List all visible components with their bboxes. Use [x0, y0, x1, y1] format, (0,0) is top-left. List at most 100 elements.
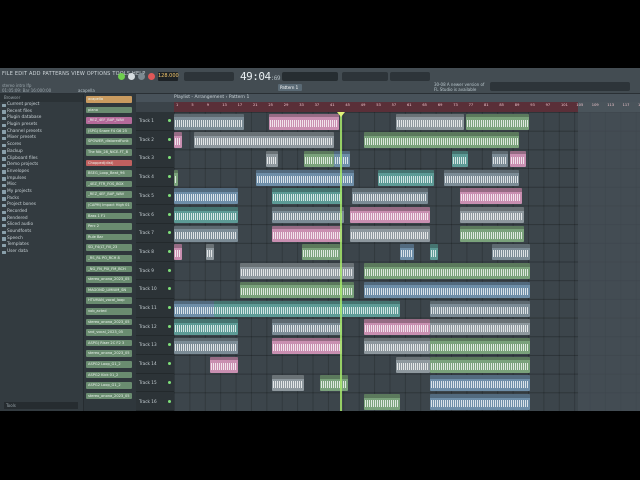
track-header[interactable]: Track 15 — [136, 374, 174, 393]
pattern-clip[interactable] — [364, 263, 530, 280]
pattern-clip[interactable] — [430, 356, 530, 373]
pattern-clip[interactable] — [430, 394, 530, 410]
channel-button[interactable]: HTUMAN_vocal_loop — [86, 297, 132, 304]
browser-item[interactable]: Scores — [0, 142, 83, 149]
pattern-clip[interactable] — [240, 281, 354, 298]
track-mute-led[interactable] — [168, 343, 171, 347]
pattern-clip[interactable] — [174, 225, 238, 242]
pattern-clip[interactable] — [272, 188, 342, 205]
channel-button[interactable]: ASPG2 Kick 01_2 — [86, 371, 132, 379]
track-header[interactable]: Track 13 — [136, 336, 174, 356]
track-mute-led[interactable] — [168, 380, 171, 384]
pattern-clip[interactable] — [460, 188, 522, 205]
channel-button[interactable]: _REZ_4EF_BAP_WAV — [86, 117, 132, 124]
channel-button[interactable]: SPOWER_distoredFunk — [86, 138, 132, 145]
track-mute-led[interactable] — [168, 399, 171, 403]
browser-item[interactable]: Recorded — [0, 209, 83, 216]
pattern-clip[interactable] — [460, 207, 524, 223]
pattern-clip[interactable] — [174, 188, 238, 205]
pattern-clip[interactable] — [460, 225, 524, 242]
channel-button[interactable]: ASPG2 Loop_G1_2 — [86, 361, 132, 368]
channel-button[interactable]: _4EZ_FTR_FOS_BOX — [86, 180, 132, 188]
playhead-marker[interactable] — [337, 112, 345, 117]
channel-button[interactable]: ASPG) Riser 2C F2 3 — [86, 339, 132, 347]
channel-button[interactable]: _RS_RL PO_RCH 8 — [86, 255, 132, 262]
pattern-clip[interactable] — [430, 319, 530, 336]
channel-button[interactable]: _REZ_4EF_BAP_WAV — [86, 191, 132, 198]
channel-button[interactable]: (CAPM) Impact High 01 — [86, 202, 132, 209]
timeline-ruler[interactable]: 1 5 9 13 17 21 25 29 33 37 41 45 49 53 57 61 65 69 73 77 81 8… — [174, 102, 640, 112]
pattern-clip[interactable] — [304, 150, 334, 167]
pattern-clip[interactable] — [174, 319, 238, 336]
browser-item[interactable]: Envelopes — [0, 169, 83, 176]
track-mute-led[interactable] — [168, 119, 171, 122]
pattern-clip[interactable] — [378, 169, 434, 186]
pattern-clip[interactable] — [452, 150, 468, 167]
track-mute-led[interactable] — [168, 231, 171, 235]
pattern-clip[interactable] — [266, 150, 278, 167]
channel-button[interactable]: vob_acted — [86, 308, 132, 315]
pattern-clip[interactable] — [396, 356, 430, 373]
channel-button[interactable]: _NG_FN_PIX_FM_BCH — [86, 265, 132, 273]
track-header[interactable]: Track 12 — [136, 318, 174, 337]
track-header[interactable]: Track 1 — [136, 112, 174, 131]
channel-button[interactable]: ASPG2 Loop_G1_2 — [86, 382, 132, 389]
toolbar-icons[interactable] — [390, 72, 430, 81]
play-button[interactable] — [128, 73, 135, 80]
channel-button[interactable]: Perc 2 — [86, 223, 132, 230]
stop-button[interactable] — [138, 73, 145, 80]
track-header[interactable]: Track 7 — [136, 224, 174, 243]
window-buttons[interactable] — [490, 82, 630, 91]
pattern-clip[interactable] — [364, 337, 430, 354]
pattern-clip[interactable] — [174, 244, 182, 261]
track-mute-led[interactable] — [168, 268, 171, 272]
channel-button[interactable]: (SPG) Snare F4 G6 25 — [86, 127, 132, 135]
pattern-song-toggle[interactable] — [118, 73, 125, 80]
pattern-clip[interactable] — [272, 225, 342, 242]
pattern-clip[interactable] — [214, 300, 400, 317]
track-mute-led[interactable] — [168, 249, 171, 253]
pattern-clip[interactable] — [400, 244, 414, 261]
record-button[interactable] — [148, 73, 155, 80]
pattern-clip[interactable] — [466, 113, 529, 130]
channel-button[interactable]: stereo_onona_2023_05 — [86, 318, 132, 326]
track-header[interactable]: Track 11 — [136, 299, 174, 318]
browser-footer[interactable]: Tools — [4, 402, 78, 409]
browser-item[interactable]: Backup — [0, 149, 83, 156]
track-mute-led[interactable] — [168, 137, 171, 141]
channel-button[interactable]: MAGOND_LIMIUM_SN — [86, 286, 132, 294]
track-header[interactable]: Track 3 — [136, 149, 174, 169]
channel-button[interactable]: Rule Bar — [86, 233, 132, 241]
pattern-clip[interactable] — [430, 375, 530, 392]
pattern-clip[interactable] — [396, 113, 464, 130]
track-mute-led[interactable] — [168, 362, 171, 366]
track-header[interactable]: Track 10 — [136, 280, 174, 299]
pattern-clip[interactable] — [206, 244, 214, 261]
pattern-clip[interactable] — [174, 132, 182, 149]
pattern-clip[interactable] — [444, 169, 519, 186]
playhead[interactable] — [340, 112, 342, 411]
arrangement-grid[interactable] — [174, 112, 640, 411]
pattern-clip[interactable] — [320, 375, 348, 392]
track-header[interactable]: Track 2 — [136, 131, 174, 150]
channel-button[interactable]: Bass 1 F1 — [86, 212, 132, 220]
pattern-clip[interactable] — [492, 244, 530, 261]
channel-button[interactable]: Chopped(dist) — [86, 159, 132, 167]
pattern-clip[interactable] — [350, 207, 430, 223]
browser-item[interactable]: Misc — [0, 182, 83, 189]
browser-item[interactable]: Current project — [0, 102, 83, 109]
pattern-clip[interactable] — [174, 337, 238, 354]
track-mute-led[interactable] — [168, 306, 171, 309]
pattern-clip[interactable] — [269, 113, 339, 130]
pattern-clip[interactable] — [364, 132, 519, 149]
tool-buttons[interactable] — [184, 72, 234, 81]
track-mute-led[interactable] — [168, 193, 171, 197]
pattern-clip[interactable] — [510, 150, 526, 167]
pattern-clip[interactable] — [492, 150, 508, 167]
browser-item[interactable]: Project bones — [0, 202, 83, 209]
browser-item[interactable]: Soundfonts — [0, 229, 83, 236]
track-mute-led[interactable] — [168, 287, 171, 291]
channel-button[interactable]: piano — [86, 106, 132, 114]
track-header[interactable]: Track 9 — [136, 262, 174, 281]
channel-button[interactable]: BSEG_Loop_Beat_96 — [86, 170, 132, 177]
